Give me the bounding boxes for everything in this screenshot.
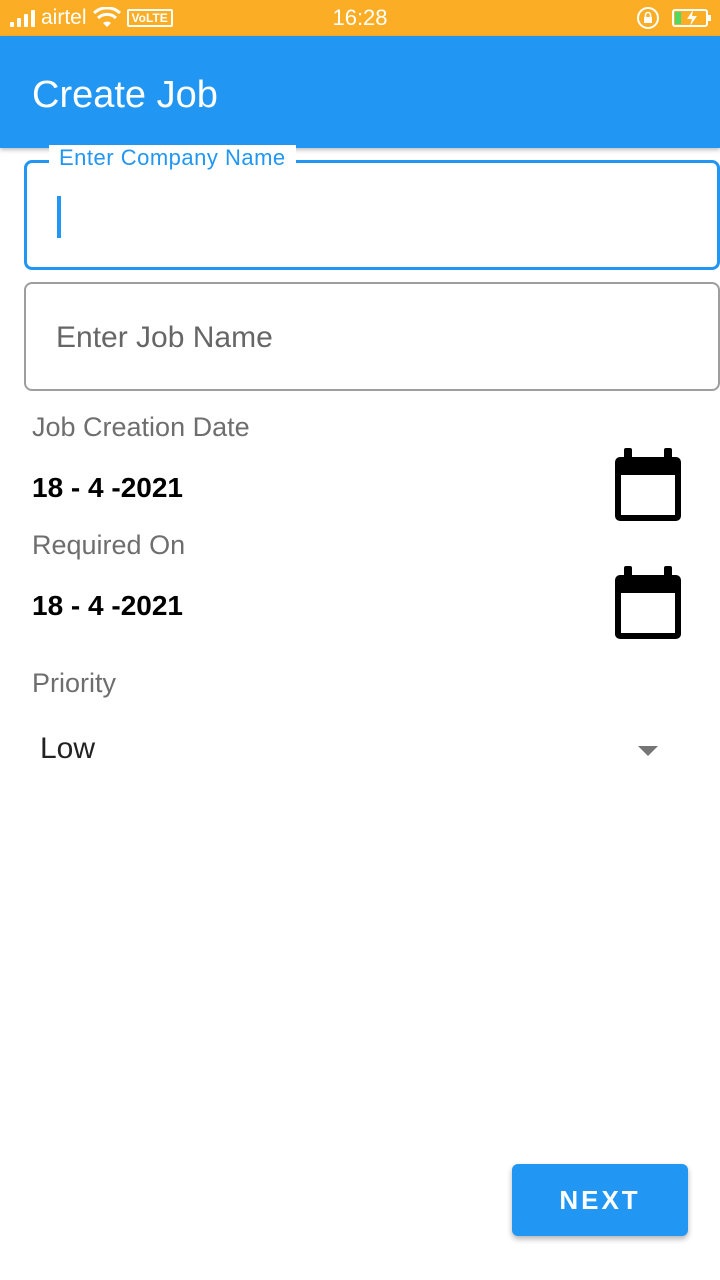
company-name-input[interactable] bbox=[57, 183, 677, 247]
app-bar: Create Job bbox=[0, 36, 720, 148]
job-name-input[interactable] bbox=[56, 306, 676, 370]
text-cursor bbox=[57, 196, 61, 238]
rotation-lock-icon bbox=[637, 7, 659, 29]
status-time: 16:28 bbox=[332, 5, 388, 30]
next-button[interactable]: NEXT bbox=[512, 1164, 688, 1236]
priority-label: Priority bbox=[32, 668, 117, 698]
status-bar: airtel VoLTE 16:28 bbox=[0, 0, 720, 36]
company-name-label: Enter Company Name bbox=[49, 145, 296, 171]
required-on-label: Required On bbox=[32, 530, 186, 560]
job-name-field[interactable] bbox=[24, 282, 720, 391]
calendar-icon[interactable] bbox=[612, 566, 684, 642]
status-right bbox=[636, 0, 711, 36]
calendar-icon[interactable] bbox=[612, 448, 684, 524]
priority-dropdown[interactable]: Low bbox=[24, 712, 674, 792]
creation-date-label: Job Creation Date bbox=[32, 412, 250, 442]
company-name-field[interactable]: Enter Company Name bbox=[24, 145, 720, 270]
required-on-value: 18 - 4 -2021 bbox=[32, 590, 183, 621]
page-title: Create Job bbox=[32, 74, 218, 116]
creation-date-value: 18 - 4 -2021 bbox=[32, 472, 183, 503]
battery-charging-icon bbox=[672, 9, 711, 27]
dropdown-arrow-icon bbox=[638, 746, 658, 756]
priority-selected-value: Low bbox=[40, 732, 96, 765]
